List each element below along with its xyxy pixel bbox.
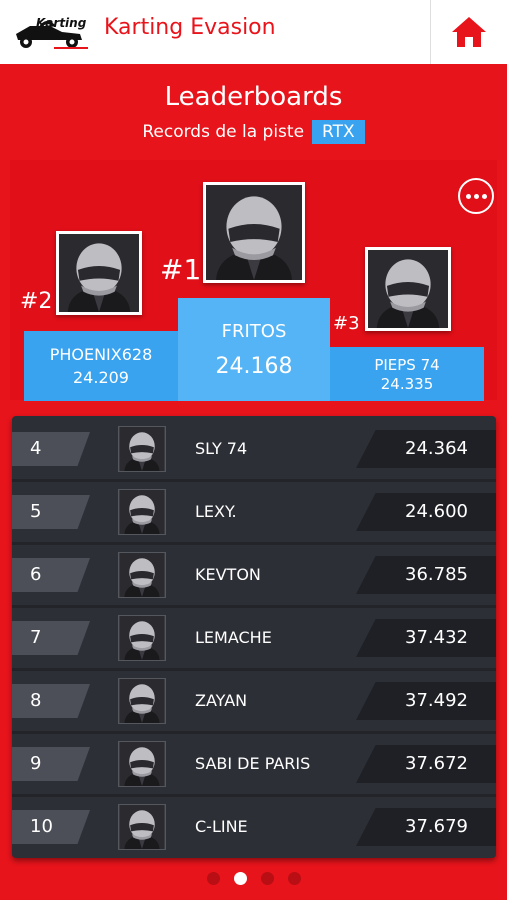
karting-logo: Karting [10,12,92,52]
driver-name: ZAYAN [195,691,248,710]
avatar-first[interactable] [203,182,305,283]
home-icon [452,17,486,47]
page-dot[interactable] [287,872,301,885]
driver-name: SLY 74 [195,439,248,458]
driver-name: KEVTON [195,565,261,584]
helmet-icon [118,552,166,598]
position-badge [12,558,90,592]
avatar-third[interactable] [365,247,451,331]
page-subtitle: Records de la piste [142,122,305,142]
page-dot[interactable] [260,872,274,885]
page-title: Leaderboards [164,82,343,112]
table-row[interactable]: 7 LEMACHE 37.432 [12,608,496,668]
position-badge [12,495,90,529]
position-number: 8 [30,690,42,711]
lap-time: 24.600 [405,501,468,522]
avatar-second[interactable] [56,231,142,315]
podium-second-name: PHOENIX628 [49,345,153,364]
lap-time: 37.492 [405,690,468,711]
leaderboard-list[interactable]: 4 SLY 74 24.364 5 LEXY. 24.600 6 KEVTON 36.785 7 L… [12,416,496,858]
position-number: 4 [30,438,42,459]
table-row[interactable]: 9 SABI DE PARIS 37.672 [12,734,496,794]
subtitle-row: Records de la piste RTX [0,120,507,144]
position-badge [12,621,90,655]
podium-second-time: 24.209 [73,368,129,387]
podium-third-name: PIEPS 74 [374,355,440,374]
helmet-icon [118,489,166,535]
podium-second[interactable]: PHOENIX628 24.209 [24,331,178,401]
position-number: 9 [30,753,42,774]
home-button[interactable] [431,0,507,64]
table-row[interactable]: 8 ZAYAN 37.492 [12,671,496,731]
driver-name: SABI DE PARIS [195,754,311,773]
position-number: 5 [30,501,42,522]
position-badge [12,432,90,466]
page-dot[interactable] [233,872,247,885]
page-dot[interactable] [206,872,220,885]
lap-time: 24.364 [405,438,468,459]
table-row[interactable]: 4 SLY 74 24.364 [12,419,496,479]
position-badge [12,747,90,781]
helmet-icon [59,234,139,312]
table-row[interactable]: 6 KEVTON 36.785 [12,545,496,605]
app-header: Karting Karting Evasion [0,0,507,64]
helmet-icon [118,615,166,661]
table-row[interactable]: 10 C-LINE 37.679 [12,797,496,857]
rank-second-label: #2 [20,289,53,314]
podium-first[interactable]: FRITOS 24.168 [178,298,330,401]
more-options-button[interactable] [458,178,494,214]
track-selector[interactable]: RTX [312,120,365,144]
position-number: 6 [30,564,42,585]
position-number: 7 [30,627,42,648]
lap-time: 37.672 [405,753,468,774]
position-number: 10 [30,816,53,837]
logo-text: Karting [36,16,87,30]
page-indicator[interactable] [0,872,507,885]
table-row[interactable]: 5 LEXY. 24.600 [12,482,496,542]
helmet-icon [118,741,166,787]
rank-first-label: #1 [160,253,202,286]
helmet-icon [206,185,302,280]
helmet-icon [118,804,166,850]
driver-name: LEXY. [195,502,237,521]
podium-third[interactable]: PIEPS 74 24.335 [330,347,484,401]
driver-name: LEMACHE [195,628,272,647]
helmet-icon [118,426,166,472]
podium-third-time: 24.335 [380,374,434,393]
helmet-icon [118,678,166,724]
app-title: Karting Evasion [104,15,276,40]
podium-first-time: 24.168 [215,353,293,379]
lap-time: 36.785 [405,564,468,585]
podium-first-name: FRITOS [221,320,287,342]
driver-name: C-LINE [195,817,248,836]
rank-third-label: #3 [333,313,360,334]
more-options-icon [465,193,471,199]
lap-time: 37.679 [405,816,468,837]
lap-time: 37.432 [405,627,468,648]
helmet-icon [368,250,448,328]
position-badge [12,684,90,718]
